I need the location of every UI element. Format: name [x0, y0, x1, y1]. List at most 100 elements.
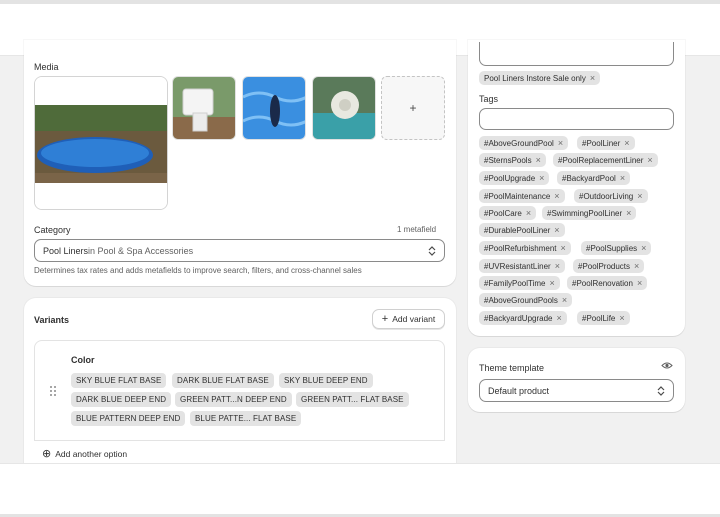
- remove-icon[interactable]: ×: [637, 278, 642, 288]
- tag-pill[interactable]: #PoolCare ×: [479, 206, 537, 220]
- add-another-option-label: Add another option: [55, 448, 128, 459]
- remove-icon[interactable]: ×: [556, 313, 561, 323]
- remove-icon[interactable]: ×: [554, 191, 559, 201]
- option-divider: [34, 440, 445, 441]
- tag-pill[interactable]: #PoolRefurbishment ×: [479, 241, 571, 255]
- media-main-image[interactable]: [34, 76, 168, 210]
- tag-pill[interactable]: #OutdoorLiving ×: [574, 189, 648, 203]
- remove-icon[interactable]: ×: [620, 173, 625, 183]
- remove-icon[interactable]: ×: [554, 225, 559, 235]
- plus-icon: +: [381, 313, 389, 325]
- remove-icon[interactable]: ×: [562, 295, 567, 305]
- tag-label: #FamilyPoolTime: [484, 278, 546, 288]
- tag-pill[interactable]: #PoolReplacementLiner ×: [553, 153, 658, 167]
- theme-template-value: Default product: [488, 385, 550, 396]
- option-value[interactable]: SKY BLUE FLAT BASE: [71, 373, 167, 388]
- category-select[interactable]: Pool Liners in Pool & Spa Accessories: [34, 239, 445, 262]
- tag-pill[interactable]: #PoolLiner ×: [577, 136, 635, 150]
- tag-pill[interactable]: #SwimmingPoolLiner ×: [542, 206, 637, 220]
- tag-pill[interactable]: #BackyardUpgrade ×: [479, 311, 567, 325]
- option-value[interactable]: DARK BLUE DEEP END: [71, 392, 172, 407]
- option-value[interactable]: BLUE PATTERN DEEP END: [71, 411, 186, 426]
- tag-pill[interactable]: #PoolProducts ×: [573, 259, 645, 273]
- collection-pill-label: Pool Liners Instore Sale only: [484, 73, 586, 83]
- remove-icon[interactable]: ×: [637, 191, 642, 201]
- tag-label: #PoolCare: [484, 208, 522, 218]
- variants-title: Variants: [34, 315, 70, 325]
- remove-icon[interactable]: ×: [560, 243, 565, 253]
- collection-pill[interactable]: Pool Liners Instore Sale only ×: [479, 71, 601, 85]
- category-label: Category: [34, 225, 71, 235]
- pool-photo-main: [35, 77, 167, 209]
- tag-label: #BackyardUpgrade: [484, 313, 553, 323]
- media-thumb-swimmer[interactable]: [242, 76, 306, 140]
- add-variant-label: Add variant: [392, 314, 436, 324]
- tag-label: #AboveGroundPools: [484, 295, 558, 305]
- remove-icon[interactable]: ×: [634, 261, 639, 271]
- category-help-text: Determines tax rates and adds metafields…: [34, 266, 362, 275]
- option-value[interactable]: DARK BLUE FLAT BASE: [172, 373, 274, 388]
- collections-input[interactable]: [479, 42, 674, 66]
- tag-pill[interactable]: #AboveGroundPool ×: [479, 136, 569, 150]
- skimmer-photo: [173, 77, 235, 139]
- option-value[interactable]: SKY BLUE DEEP END: [279, 373, 373, 388]
- media-thumb-fitting[interactable]: [312, 76, 376, 140]
- remove-icon[interactable]: ×: [526, 208, 531, 218]
- remove-icon[interactable]: ×: [641, 243, 646, 253]
- tag-pill[interactable]: #DurablePoolLiner ×: [479, 223, 565, 237]
- remove-icon[interactable]: ×: [647, 155, 652, 165]
- tag-label: #PoolReplacementLiner: [558, 155, 644, 165]
- tag-label: #PoolUpgrade: [484, 173, 536, 183]
- add-variant-button[interactable]: + Add variant: [372, 309, 445, 329]
- tag-pill[interactable]: #FamilyPoolTime ×: [479, 276, 560, 290]
- tag-pill[interactable]: #PoolUpgrade ×: [479, 171, 550, 185]
- remove-icon[interactable]: ×: [539, 173, 544, 183]
- tag-label: #PoolSupplies: [586, 243, 638, 253]
- tags-label: Tags: [479, 94, 499, 104]
- tag-pill[interactable]: #BackyardPool ×: [557, 171, 631, 185]
- option-value[interactable]: GREEN PATT...N DEEP END: [175, 392, 292, 407]
- theme-template-select[interactable]: Default product: [479, 379, 674, 402]
- remove-icon[interactable]: ×: [555, 261, 560, 271]
- remove-icon[interactable]: ×: [558, 138, 563, 148]
- tag-label: #PoolLife: [582, 313, 616, 323]
- tag-pill[interactable]: #PoolRenovation ×: [567, 276, 648, 290]
- tag-pill[interactable]: #PoolLife ×: [577, 311, 630, 325]
- remove-icon[interactable]: ×: [536, 155, 541, 165]
- remove-icon[interactable]: ×: [550, 278, 555, 288]
- tag-label: #AboveGroundPool: [484, 138, 554, 148]
- tags-input[interactable]: [479, 108, 674, 130]
- tag-label: #PoolLiner: [582, 138, 621, 148]
- remove-icon[interactable]: ×: [619, 313, 624, 323]
- tag-pill[interactable]: #UVResistantLiner ×: [479, 259, 565, 273]
- remove-icon[interactable]: ×: [590, 73, 595, 83]
- option-value[interactable]: GREEN PATT... FLAT BASE: [296, 392, 409, 407]
- eye-icon[interactable]: [661, 361, 673, 370]
- select-chevron-icon: [428, 245, 436, 256]
- category-value-main: Pool Liners: [43, 245, 89, 256]
- bottom-bar: [0, 463, 720, 517]
- circle-plus-icon: ⊕: [42, 448, 52, 460]
- category-value-rest: in Pool & Spa Accessories: [88, 245, 194, 256]
- tag-pill[interactable]: #PoolSupplies ×: [581, 241, 652, 255]
- media-thumb-skimmer[interactable]: [172, 76, 236, 140]
- add-media-button[interactable]: +: [381, 76, 445, 140]
- remove-icon[interactable]: ×: [626, 208, 631, 218]
- tag-label: #PoolRefurbishment: [484, 243, 557, 253]
- tag-label: #DurablePoolLiner: [484, 225, 551, 235]
- tag-label: #PoolRenovation: [572, 278, 633, 288]
- remove-icon[interactable]: ×: [624, 138, 629, 148]
- fitting-photo: [313, 77, 375, 139]
- tag-pill[interactable]: #SternsPools ×: [479, 153, 546, 167]
- drag-handle-icon[interactable]: [49, 385, 57, 397]
- theme-template-label: Theme template: [479, 363, 545, 373]
- option-name[interactable]: Color: [71, 355, 95, 365]
- metafield-count: 1 metafield: [397, 225, 437, 234]
- tag-pill[interactable]: #PoolMaintenance ×: [479, 189, 565, 203]
- media-label: Media: [34, 62, 59, 72]
- select-chevron-icon: [657, 385, 665, 396]
- tag-pill[interactable]: #AboveGroundPools ×: [479, 293, 573, 307]
- option-value[interactable]: BLUE PATTE... FLAT BASE: [190, 411, 302, 426]
- tag-label: #OutdoorLiving: [579, 191, 634, 201]
- add-another-option-button[interactable]: ⊕ Add another option: [42, 447, 127, 460]
